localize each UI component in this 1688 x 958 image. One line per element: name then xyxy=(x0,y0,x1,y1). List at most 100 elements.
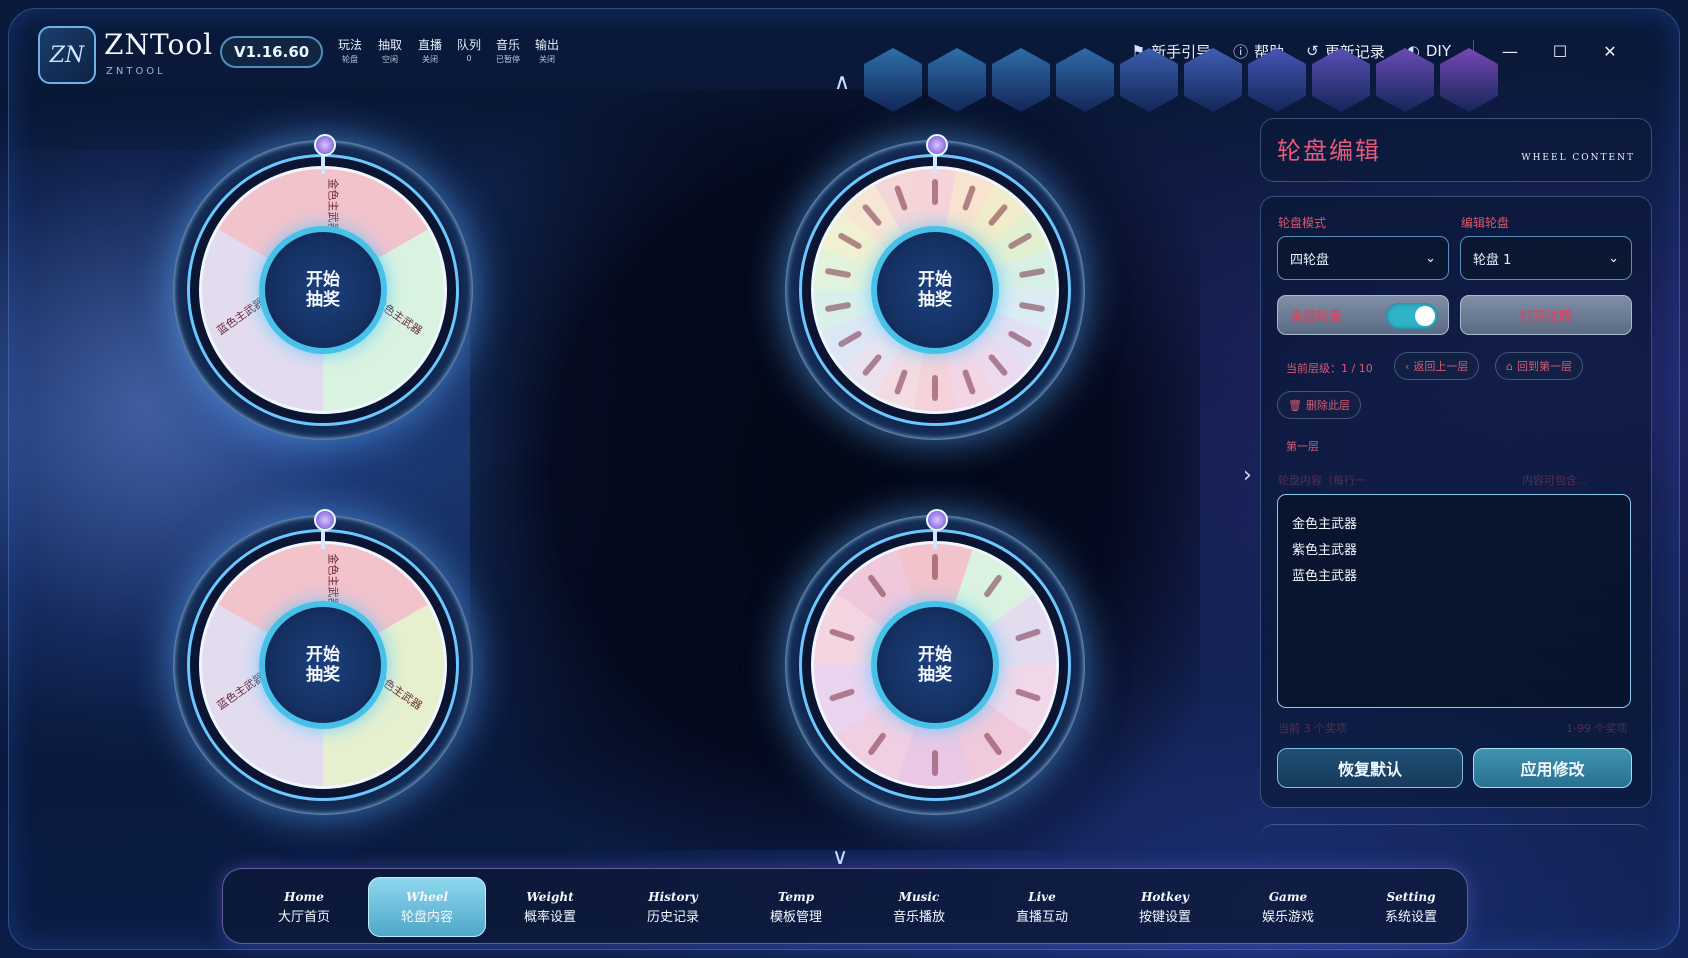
start-draw-label: 开始抽奖 xyxy=(306,270,340,310)
start-draw-button[interactable]: 开始抽奖 xyxy=(259,601,387,729)
segment-label-mark xyxy=(932,750,938,776)
start-draw-button[interactable]: 开始抽奖 xyxy=(259,226,387,354)
segment-label-mark xyxy=(932,375,938,401)
wheel-mode-select[interactable]: 四轮盘 ⌄ xyxy=(1277,236,1449,280)
nav-item-temp[interactable]: Temp 模板管理 xyxy=(737,877,855,937)
chevron-down-icon: ⌄ xyxy=(1425,250,1436,266)
multilayer-toggle[interactable] xyxy=(1386,303,1438,329)
hexagon-tile xyxy=(1376,48,1434,112)
chevron-up-icon[interactable]: ∧ xyxy=(834,70,850,95)
reset-default-label: 恢复默认 xyxy=(1337,760,1402,779)
chevron-left-icon: ‹ xyxy=(1405,359,1410,373)
version-badge: V1.16.60 xyxy=(220,36,324,68)
app-subtitle: ZNTOOL xyxy=(106,66,166,77)
edit-wheel-label: 编辑轮盘 xyxy=(1461,216,1510,230)
item-count: 当前 3 个奖项 xyxy=(1278,722,1347,735)
apply-changes-label: 应用修改 xyxy=(1520,760,1585,779)
nav-english-label: Live xyxy=(1028,889,1056,904)
edit-wheel-select[interactable]: 轮盘 1 ⌄ xyxy=(1460,236,1632,280)
back-level-button[interactable]: ‹ 返回上一层 xyxy=(1394,352,1480,380)
nav-label: 概率设置 xyxy=(523,909,576,925)
segment-label-mark xyxy=(932,554,938,580)
toggle-knob xyxy=(1415,306,1435,326)
multilayer-toggle-row[interactable]: 多层轮盘 xyxy=(1277,295,1449,335)
panel-next-section xyxy=(1260,824,1650,845)
nav-english-label: History xyxy=(648,889,698,904)
first-level-button[interactable]: ⌂ 回到第一层 xyxy=(1495,352,1583,380)
status-label: 抽取 xyxy=(377,38,402,52)
status-value: 轮盘 xyxy=(342,55,358,64)
wheel-pointer xyxy=(926,134,948,156)
wheel-pointer xyxy=(926,509,948,531)
status-music: 音乐 已暂停 xyxy=(490,36,526,65)
wheel-3: 金色主武器 紫色主武器 蓝色主武器 开始抽奖 xyxy=(173,509,473,815)
nav-item-live[interactable]: Live 直播互动 xyxy=(983,877,1101,937)
status-label: 直播 xyxy=(417,38,442,52)
nav-item-music[interactable]: Music 音乐播放 xyxy=(860,877,978,937)
minimize-icon[interactable]: — xyxy=(1496,42,1524,61)
status-label: 音乐 xyxy=(495,38,520,52)
nav-item-game[interactable]: Game 娱乐游戏 xyxy=(1229,877,1347,937)
nav-english-label: Setting xyxy=(1386,889,1436,904)
hexagon-tile xyxy=(1248,48,1306,112)
chevron-right-icon[interactable]: › xyxy=(1243,463,1252,488)
maximize-icon[interactable]: ☐ xyxy=(1546,42,1574,61)
start-draw-label: 开始抽奖 xyxy=(918,270,952,310)
segment-label-mark xyxy=(932,179,938,205)
nav-item-setting[interactable]: Setting 系统设置 xyxy=(1352,877,1470,937)
status-label: 队列 xyxy=(456,38,481,52)
status-value: 关闭 xyxy=(422,55,438,64)
trash-icon: 🗑 xyxy=(1288,398,1302,412)
nav-item-hotkey[interactable]: Hotkey 按键设置 xyxy=(1106,877,1224,937)
status-label: 输出 xyxy=(534,38,559,52)
wheel-pointer xyxy=(314,134,336,156)
content-hint-right: 内容可包含… xyxy=(1522,474,1588,487)
hexagon-tile xyxy=(1440,48,1498,112)
status-value: 空闲 xyxy=(382,55,398,64)
nav-english-label: Weight xyxy=(526,889,574,904)
wheel-2: 开始抽奖 xyxy=(785,134,1085,440)
edit-wheel-value: 轮盘 1 xyxy=(1473,252,1512,268)
nav-english-label: Wheel xyxy=(405,889,449,904)
item-range: 1-99 个奖项 xyxy=(1566,722,1628,735)
reset-default-button[interactable]: 恢复默认 xyxy=(1277,748,1463,788)
nav-item-home[interactable]: Home 大厅首页 xyxy=(245,877,363,937)
nav-english-label: Hotkey xyxy=(1141,889,1189,904)
chevron-down-icon[interactable]: ∨ xyxy=(832,845,848,870)
hexagon-tile xyxy=(1056,48,1114,112)
apply-changes-button[interactable]: 应用修改 xyxy=(1473,748,1632,788)
nav-english-label: Home xyxy=(284,889,324,904)
start-draw-button[interactable]: 开始抽奖 xyxy=(871,226,999,354)
home-icon: ⌂ xyxy=(1506,359,1513,373)
nav-label: 大厅首页 xyxy=(277,909,330,925)
nav-label: 音乐播放 xyxy=(892,909,945,925)
nav-item-wheel[interactable]: Wheel 轮盘内容 xyxy=(368,877,486,937)
content-hint: 轮盘内容（每行一 xyxy=(1278,474,1366,487)
nav-english-label: Game xyxy=(1268,889,1308,904)
wheel-pointer xyxy=(314,509,336,531)
wheel-4: 开始抽奖 xyxy=(785,509,1085,815)
start-draw-label: 开始抽奖 xyxy=(918,645,952,685)
status-play: 玩法 轮盘 xyxy=(332,36,368,65)
wheel-content-textarea[interactable]: 金色主武器 紫色主武器 蓝色主武器 xyxy=(1277,494,1631,708)
wheel-1: 金色主武器 紫色主武器 蓝色主武器 开始抽奖 xyxy=(173,134,473,440)
close-icon[interactable]: ✕ xyxy=(1596,42,1624,61)
open-notes-button[interactable]: 打开注释 xyxy=(1460,295,1632,335)
panel-subtitle: WHEEL CONTENT xyxy=(1521,153,1635,163)
nav-label: 系统设置 xyxy=(1384,909,1437,925)
first-level-label: 回到第一层 xyxy=(1516,360,1572,373)
status-value: 0 xyxy=(466,54,472,63)
mode-label: 轮盘模式 xyxy=(1278,216,1327,230)
content-line: 紫色主武器 xyxy=(1292,543,1358,558)
hexagon-tile xyxy=(992,48,1050,112)
delete-level-label: 删除此层 xyxy=(1305,399,1350,412)
nav-item-history[interactable]: History 历史记录 xyxy=(614,877,732,937)
status-draw: 抽取 空闲 xyxy=(372,36,408,65)
wheel-mode-value: 四轮盘 xyxy=(1290,252,1330,268)
app-logo: ZN xyxy=(38,26,96,84)
status-output: 输出 关闭 xyxy=(529,36,565,65)
start-draw-button[interactable]: 开始抽奖 xyxy=(871,601,999,729)
nav-label: 娱乐游戏 xyxy=(1261,909,1314,925)
nav-item-weight[interactable]: Weight 概率设置 xyxy=(491,877,609,937)
delete-level-button[interactable]: 🗑 删除此层 xyxy=(1277,391,1361,419)
